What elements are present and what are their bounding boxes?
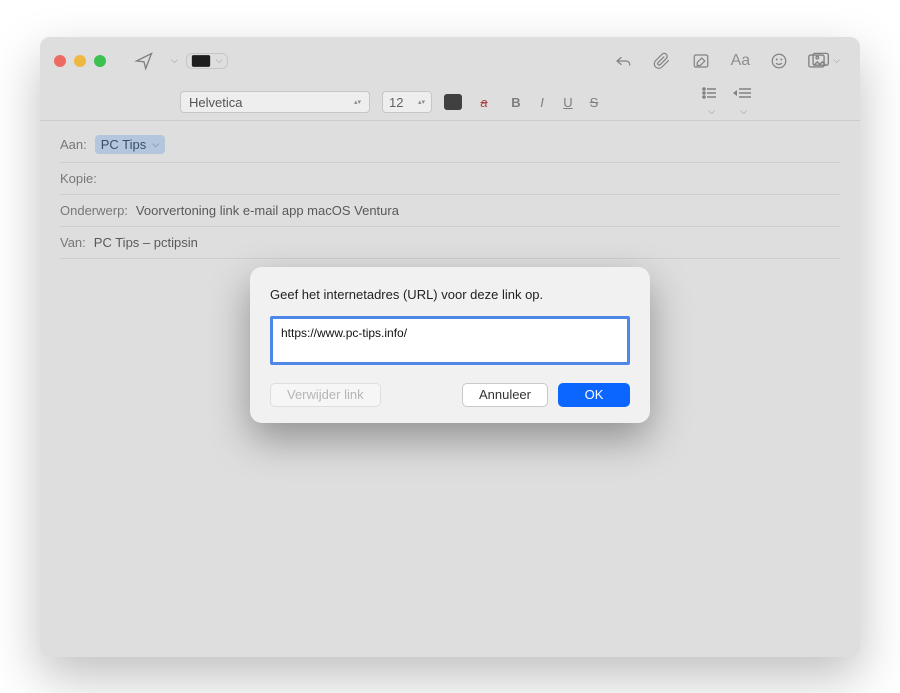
format-bar: Helvetica ▴▾ 12 ▴▾ a B I U S ⌵ ⌵: [40, 85, 860, 121]
text-color-swatch[interactable]: [444, 94, 462, 110]
dialog-button-row: Verwijder link Annuleer OK: [270, 383, 630, 407]
from-value: PC Tips – pctipsin: [94, 235, 198, 250]
header-fields: Aan: PC Tips ⌵ Kopie: Onderwerp: Voorver…: [40, 121, 860, 259]
subject-value: Voorvertoning link e-mail app macOS Vent…: [136, 203, 399, 218]
title-bar: ⌵ ⌵ Aa ⌵: [40, 37, 860, 85]
from-field-row[interactable]: Van: PC Tips – pctipsin: [60, 227, 840, 259]
subject-field-row[interactable]: Onderwerp: Voorvertoning link e-mail app…: [60, 195, 840, 227]
align-right-button[interactable]: [668, 95, 688, 110]
link-url-dialog: Geef het internetadres (URL) voor deze l…: [250, 267, 650, 423]
send-menu-chevron-icon[interactable]: ⌵: [171, 55, 178, 66]
remove-link-button[interactable]: Verwijder link: [270, 383, 381, 407]
minimize-window-button[interactable]: [74, 55, 86, 67]
reply-button[interactable]: [607, 47, 639, 75]
url-input[interactable]: [270, 316, 630, 365]
bold-button[interactable]: B: [506, 95, 526, 110]
font-size-select[interactable]: 12 ▴▾: [382, 91, 432, 113]
header-layout-button[interactable]: ⌵: [186, 53, 228, 69]
window-controls: [54, 55, 106, 67]
recipient-chip[interactable]: PC Tips ⌵: [95, 135, 165, 154]
to-label: Aan:: [60, 137, 87, 152]
style-group: B I U S: [506, 95, 604, 110]
align-left-button[interactable]: [616, 95, 636, 110]
format-button[interactable]: Aa: [725, 47, 757, 75]
from-label: Van:: [60, 235, 86, 250]
italic-button[interactable]: I: [532, 95, 552, 110]
chevron-down-icon: ⌵: [708, 106, 715, 116]
updown-icon: ▴▾: [354, 99, 361, 106]
close-window-button[interactable]: [54, 55, 66, 67]
send-button[interactable]: [128, 47, 160, 75]
align-group: [616, 95, 688, 110]
cancel-button[interactable]: Annuleer: [462, 383, 548, 407]
maximize-window-button[interactable]: [94, 55, 106, 67]
markup-button[interactable]: [685, 47, 717, 75]
recipient-name: PC Tips: [101, 137, 147, 152]
subject-label: Onderwerp:: [60, 203, 128, 218]
chevron-down-icon: ⌵: [833, 55, 840, 66]
emoji-button[interactable]: [764, 47, 794, 75]
to-field-row[interactable]: Aan: PC Tips ⌵: [60, 127, 840, 163]
ok-button[interactable]: OK: [558, 383, 630, 407]
font-family-value: Helvetica: [189, 95, 242, 110]
chevron-down-icon: ⌵: [152, 139, 159, 150]
dialog-title: Geef het internetadres (URL) voor deze l…: [270, 287, 630, 302]
strike-button[interactable]: S: [584, 95, 604, 110]
cc-field-row[interactable]: Kopie:: [60, 163, 840, 195]
font-size-value: 12: [389, 95, 403, 110]
font-family-select[interactable]: Helvetica ▴▾: [180, 91, 370, 113]
mail-compose-window: ⌵ ⌵ Aa ⌵ Helvetica ▴▾ 12 ▴▾: [40, 37, 860, 657]
photo-browser-button[interactable]: ⌵: [802, 47, 846, 75]
chevron-down-icon: ⌵: [216, 55, 223, 66]
chevron-down-icon: ⌵: [740, 106, 747, 116]
underline-button[interactable]: U: [558, 95, 578, 110]
strikethrough-color-icon[interactable]: a: [474, 95, 494, 110]
attach-button[interactable]: [647, 47, 677, 75]
indent-button[interactable]: ⌵: [732, 87, 752, 117]
cc-label: Kopie:: [60, 171, 97, 186]
updown-icon: ▴▾: [418, 99, 425, 106]
align-center-button[interactable]: [642, 95, 662, 110]
list-button[interactable]: ⌵: [700, 87, 720, 117]
